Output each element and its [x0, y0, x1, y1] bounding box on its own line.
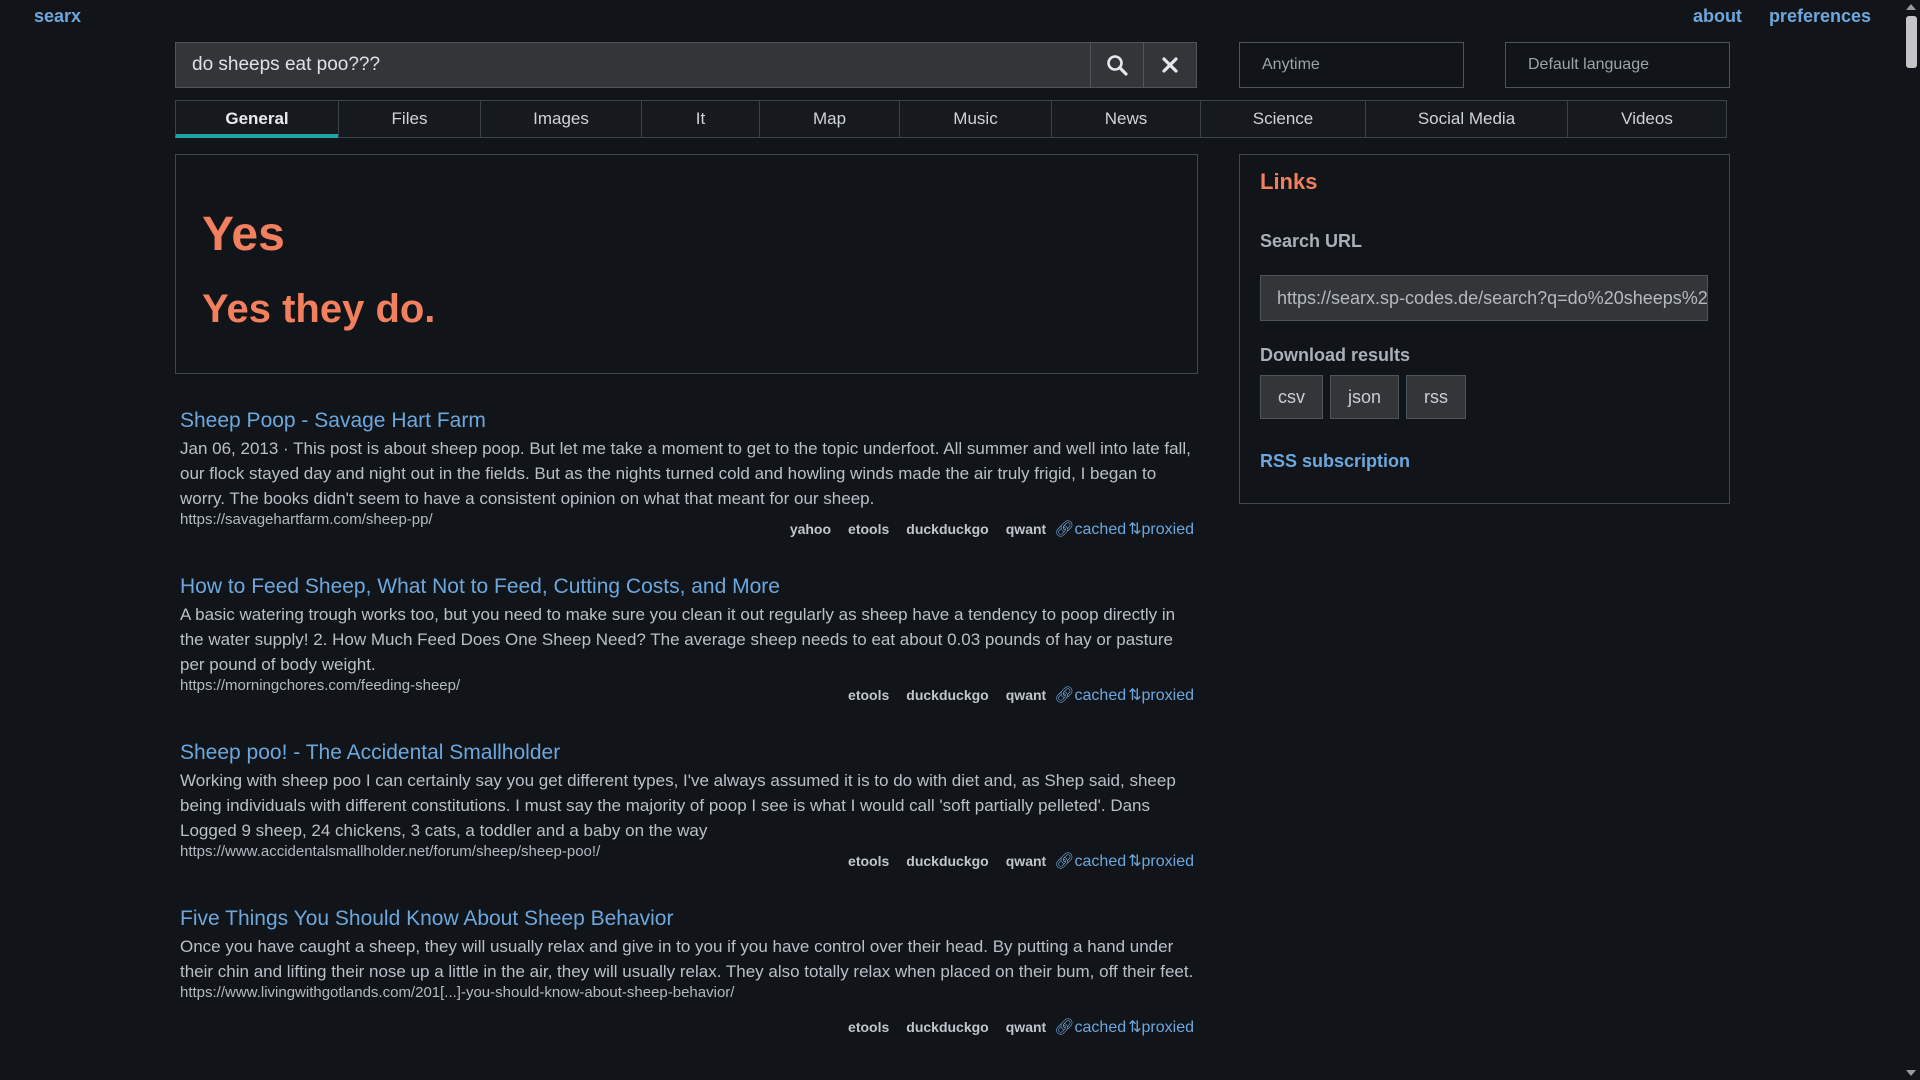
clear-search-button[interactable]: [1144, 42, 1197, 88]
engine-badge: duckduckgo: [906, 521, 989, 537]
engine-badge: etools: [848, 521, 890, 537]
cached-link[interactable]: 🔗︎cached: [1054, 851, 1126, 871]
category-tabs: General Files Images It Map Music News S…: [175, 100, 1730, 140]
engine-badge: etools: [848, 1019, 890, 1035]
scrollbar-thumb[interactable]: [1906, 16, 1917, 68]
engine-badge: etools: [848, 687, 890, 703]
search-url-label: Search URL: [1260, 231, 1363, 251]
engine-badge: etools: [848, 853, 890, 869]
close-icon: [1162, 57, 1178, 73]
search-input[interactable]: do sheeps eat poo???: [175, 42, 1091, 88]
download-json-button[interactable]: json: [1330, 375, 1400, 419]
tab-science[interactable]: Science: [1200, 100, 1366, 138]
result-title-link[interactable]: Sheep Poop - Savage Hart Farm: [180, 408, 1194, 434]
proxied-label: proxied: [1141, 853, 1194, 870]
engine-badge: yahoo: [789, 521, 832, 537]
sort-icon: ⇅: [1128, 1019, 1142, 1036]
about-link[interactable]: about: [1693, 6, 1742, 27]
proxied-label: proxied: [1141, 1019, 1194, 1036]
rss-subscription-link[interactable]: RSS subscription: [1260, 451, 1410, 472]
answer-short: Yes: [202, 208, 285, 261]
search-icon: [1107, 55, 1128, 76]
download-csv-button[interactable]: csv: [1260, 375, 1323, 419]
result-item: Sheep poo! - The Accidental Smallholder …: [180, 740, 1194, 906]
result-title-link[interactable]: Sheep poo! - The Accidental Smallholder: [180, 740, 1194, 766]
scroll-down-icon[interactable]: [1906, 1070, 1916, 1076]
proxied-link[interactable]: ⇅proxied: [1128, 851, 1194, 871]
link-icon: 🔗︎: [1054, 1019, 1075, 1036]
cached-label: cached: [1074, 853, 1127, 870]
search-button[interactable]: [1091, 42, 1144, 88]
answer-box: Yes Yes they do.: [175, 154, 1198, 374]
tab-images[interactable]: Images: [480, 100, 642, 138]
engine-badge: qwant: [1005, 853, 1047, 869]
download-buttons: csv json rss: [1260, 375, 1467, 419]
engine-badge: qwant: [1005, 521, 1047, 537]
cached-link[interactable]: 🔗︎cached: [1054, 1017, 1126, 1037]
tab-general[interactable]: General: [175, 100, 339, 138]
cached-link[interactable]: 🔗︎cached: [1054, 519, 1126, 539]
links-sidebar: Links Search URL https://searx.sp-codes.…: [1239, 154, 1730, 504]
result-snippet: Once you have caught a sheep, they will …: [180, 937, 1194, 981]
result-title-link[interactable]: Five Things You Should Know About Sheep …: [180, 906, 1194, 932]
engine-badge: duckduckgo: [906, 687, 989, 703]
download-results-label: Download results: [1260, 345, 1411, 365]
result-item: How to Feed Sheep, What Not to Feed, Cut…: [180, 574, 1194, 740]
result-snippet: Working with sheep poo I can certainly s…: [180, 771, 1176, 840]
search-bar: do sheeps eat poo???: [175, 42, 1198, 88]
cached-label: cached: [1074, 521, 1127, 538]
brand-logo[interactable]: searx: [34, 6, 81, 27]
link-icon: 🔗︎: [1054, 853, 1075, 870]
tab-it[interactable]: It: [641, 100, 760, 138]
proxied-label: proxied: [1141, 687, 1194, 704]
engine-badge: qwant: [1005, 687, 1047, 703]
result-meta: etools duckduckgo qwant 🔗︎cached ⇅proxie…: [831, 685, 1194, 705]
engine-badge: duckduckgo: [906, 1019, 989, 1035]
tab-music[interactable]: Music: [899, 100, 1052, 138]
sort-icon: ⇅: [1128, 687, 1142, 704]
tab-map[interactable]: Map: [759, 100, 900, 138]
result-meta: yahoo etools duckduckgo qwant 🔗︎cached ⇅…: [773, 519, 1194, 539]
result-item: Five Things You Should Know About Sheep …: [180, 906, 1194, 1072]
result-snippet: Jan 06, 2013 · This post is about sheep …: [180, 439, 1191, 508]
language-select[interactable]: Default language: [1505, 42, 1730, 88]
engine-badge: duckduckgo: [906, 853, 989, 869]
result-url[interactable]: https://www.livingwithgotlands.com/201[.…: [180, 984, 1194, 1002]
result-meta: etools duckduckgo qwant 🔗︎cached ⇅proxie…: [831, 851, 1194, 871]
proxied-label: proxied: [1141, 521, 1194, 538]
time-range-select[interactable]: Anytime: [1239, 42, 1464, 88]
cached-label: cached: [1074, 1019, 1127, 1036]
results-list: Sheep Poop - Savage Hart Farm Jan 06, 20…: [180, 408, 1194, 1072]
download-rss-button[interactable]: rss: [1406, 375, 1467, 419]
sort-icon: ⇅: [1128, 521, 1142, 538]
engine-badge: qwant: [1005, 1019, 1047, 1035]
preferences-link[interactable]: preferences: [1769, 6, 1871, 27]
result-item: Sheep Poop - Savage Hart Farm Jan 06, 20…: [180, 408, 1194, 574]
proxied-link[interactable]: ⇅proxied: [1128, 685, 1194, 705]
tab-news[interactable]: News: [1051, 100, 1201, 138]
proxied-link[interactable]: ⇅proxied: [1128, 519, 1194, 539]
tab-files[interactable]: Files: [338, 100, 481, 138]
cached-link[interactable]: 🔗︎cached: [1054, 685, 1126, 705]
tab-videos[interactable]: Videos: [1567, 100, 1727, 138]
answer-long: Yes they do.: [202, 287, 436, 331]
link-icon: 🔗︎: [1054, 521, 1075, 538]
result-meta: etools duckduckgo qwant 🔗︎cached ⇅proxie…: [831, 1017, 1194, 1037]
cached-label: cached: [1074, 687, 1127, 704]
scroll-up-icon[interactable]: [1906, 4, 1916, 10]
search-url-field[interactable]: https://searx.sp-codes.de/search?q=do%20…: [1260, 275, 1708, 321]
proxied-link[interactable]: ⇅proxied: [1128, 1017, 1194, 1037]
link-icon: 🔗︎: [1054, 687, 1075, 704]
result-snippet: A basic watering trough works too, but y…: [180, 605, 1176, 674]
vertical-scrollbar[interactable]: [1903, 0, 1920, 1080]
tab-social-media[interactable]: Social Media: [1365, 100, 1568, 138]
sort-icon: ⇅: [1128, 853, 1142, 870]
sidebar-heading: Links: [1260, 169, 1318, 194]
result-title-link[interactable]: How to Feed Sheep, What Not to Feed, Cut…: [180, 574, 1194, 600]
top-nav: about preferences: [1693, 6, 1871, 27]
